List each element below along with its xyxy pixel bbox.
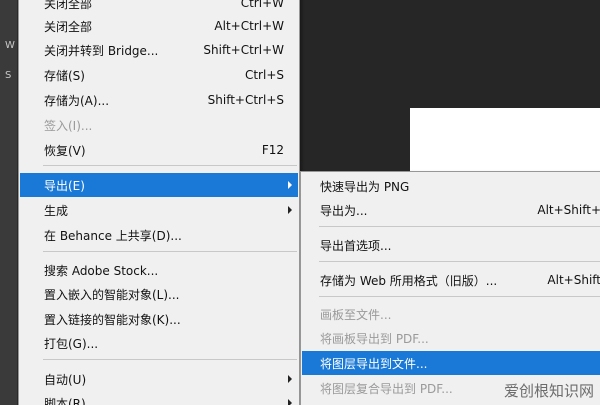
menu-item-label: 脚本(R): [44, 396, 86, 405]
submenu-item-artboards-to-files: 画板至文件...: [302, 302, 600, 326]
menu-item-label: 导出(E): [44, 178, 85, 193]
menu-item-shortcut: F12: [261, 143, 284, 157]
submenu-arrow-icon: [288, 375, 292, 383]
menu-item-place-linked[interactable]: 置入链接的智能对象(K)...: [20, 307, 298, 331]
submenu-arrow-icon: [288, 181, 292, 189]
menu-item-label: 置入链接的智能对象(K)...: [44, 312, 181, 327]
submenu-item-shortcut: Alt+Shift: [547, 273, 600, 287]
menu-item-scripts[interactable]: 脚本(R): [20, 391, 298, 405]
menu-item-revert[interactable]: 恢复(V) F12: [20, 138, 298, 162]
menu-item-save[interactable]: 存储(S) Ctrl+S: [20, 63, 298, 87]
menu-item-generate[interactable]: 生成: [20, 198, 298, 222]
menu-item-label: 签入(I)...: [44, 118, 93, 133]
menu-item-place-embedded[interactable]: 置入嵌入的智能对象(L)...: [20, 282, 298, 306]
submenu-item-export-as[interactable]: 导出为... Alt+Shift+: [302, 198, 600, 222]
submenu-item-export-preferences[interactable]: 导出首选项...: [302, 233, 600, 257]
menu-item-check-in: 签入(I)...: [20, 113, 298, 137]
submenu-item-quick-export-png[interactable]: 快速导出为 PNG: [302, 174, 600, 198]
menu-item-label: 存储为(A)...: [44, 93, 110, 108]
menu-item-label: 在 Behance 上共享(D)...: [44, 228, 182, 243]
menu-item-close-all-top[interactable]: 关闭全部 Ctrl+W: [20, 0, 298, 15]
submenu-separator: [319, 296, 600, 297]
submenu-item-label: 导出首选项...: [320, 238, 392, 253]
submenu-item-label: 快速导出为 PNG: [320, 179, 410, 194]
submenu-item-artboards-to-pdf: 将画板导出到 PDF...: [302, 326, 600, 350]
submenu-item-label: 存储为 Web 所用格式（旧版）...: [320, 273, 498, 288]
menu-item-package[interactable]: 打包(G)...: [20, 331, 298, 355]
menu-item-label: 搜索 Adobe Stock...: [44, 263, 159, 278]
submenu-item-label: 导出为...: [320, 203, 368, 218]
toolbar-glyph-w: W: [5, 40, 15, 51]
app-side-toolbar: W S: [0, 0, 18, 405]
menu-item-shortcut: Alt+Ctrl+W: [214, 19, 284, 33]
toolbar-glyph-s: S: [5, 70, 12, 81]
export-submenu: 快速导出为 PNG 导出为... Alt+Shift+ 导出首选项... 存储为…: [300, 171, 600, 405]
submenu-arrow-icon: [288, 399, 292, 405]
menu-separator: [43, 251, 297, 252]
menu-item-label: 自动(U): [44, 372, 87, 387]
menu-item-label: 关闭全部: [44, 19, 93, 34]
menu-separator: [43, 359, 297, 360]
menu-item-export[interactable]: 导出(E): [20, 173, 298, 197]
menu-item-close-all[interactable]: 关闭全部 Alt+Ctrl+W: [20, 14, 298, 38]
menu-item-label: 生成: [44, 203, 69, 218]
menu-item-search-adobe-stock[interactable]: 搜索 Adobe Stock...: [20, 258, 298, 282]
file-menu: 关闭全部 Ctrl+W 关闭全部 Alt+Ctrl+W 关闭并转到 Bridge…: [18, 0, 300, 405]
menu-separator: [43, 165, 297, 166]
menu-item-shortcut: Ctrl+S: [244, 68, 284, 82]
menu-item-close-and-go-to-bridge[interactable]: 关闭并转到 Bridge... Shift+Ctrl+W: [20, 38, 298, 62]
menu-item-label: 关闭并转到 Bridge...: [44, 43, 159, 58]
menu-item-label: 恢复(V): [44, 143, 86, 158]
watermark: 爱创根知识网: [503, 382, 594, 400]
menu-item-save-as[interactable]: 存储为(A)... Shift+Ctrl+S: [20, 88, 298, 112]
submenu-arrow-icon: [288, 206, 292, 214]
submenu-item-layers-to-files[interactable]: 将图层导出到文件...: [302, 351, 600, 375]
document-canvas: [410, 108, 600, 172]
menu-item-label: 打包(G)...: [44, 336, 99, 351]
submenu-separator: [319, 226, 600, 227]
submenu-item-save-for-web-legacy[interactable]: 存储为 Web 所用格式（旧版）... Alt+Shift: [302, 268, 600, 292]
submenu-separator: [319, 261, 600, 262]
submenu-item-shortcut: Alt+Shift+: [537, 203, 600, 217]
submenu-item-label: 将画板导出到 PDF...: [320, 331, 429, 346]
menu-item-shortcut: Ctrl+W: [240, 0, 284, 10]
menu-item-share-on-behance[interactable]: 在 Behance 上共享(D)...: [20, 223, 298, 247]
menu-item-label: 关闭全部: [44, 0, 93, 11]
menu-item-shortcut: Shift+Ctrl+S: [207, 93, 284, 107]
submenu-item-label: 将图层导出到文件...: [320, 356, 428, 371]
submenu-item-label: 画板至文件...: [320, 307, 392, 322]
menu-item-automate[interactable]: 自动(U): [20, 367, 298, 391]
menu-item-shortcut: Shift+Ctrl+W: [203, 43, 284, 57]
menu-item-label: 存储(S): [44, 68, 85, 83]
submenu-item-label: 将图层复合导出到 PDF...: [320, 381, 453, 396]
menu-item-label: 置入嵌入的智能对象(L)...: [44, 287, 180, 302]
